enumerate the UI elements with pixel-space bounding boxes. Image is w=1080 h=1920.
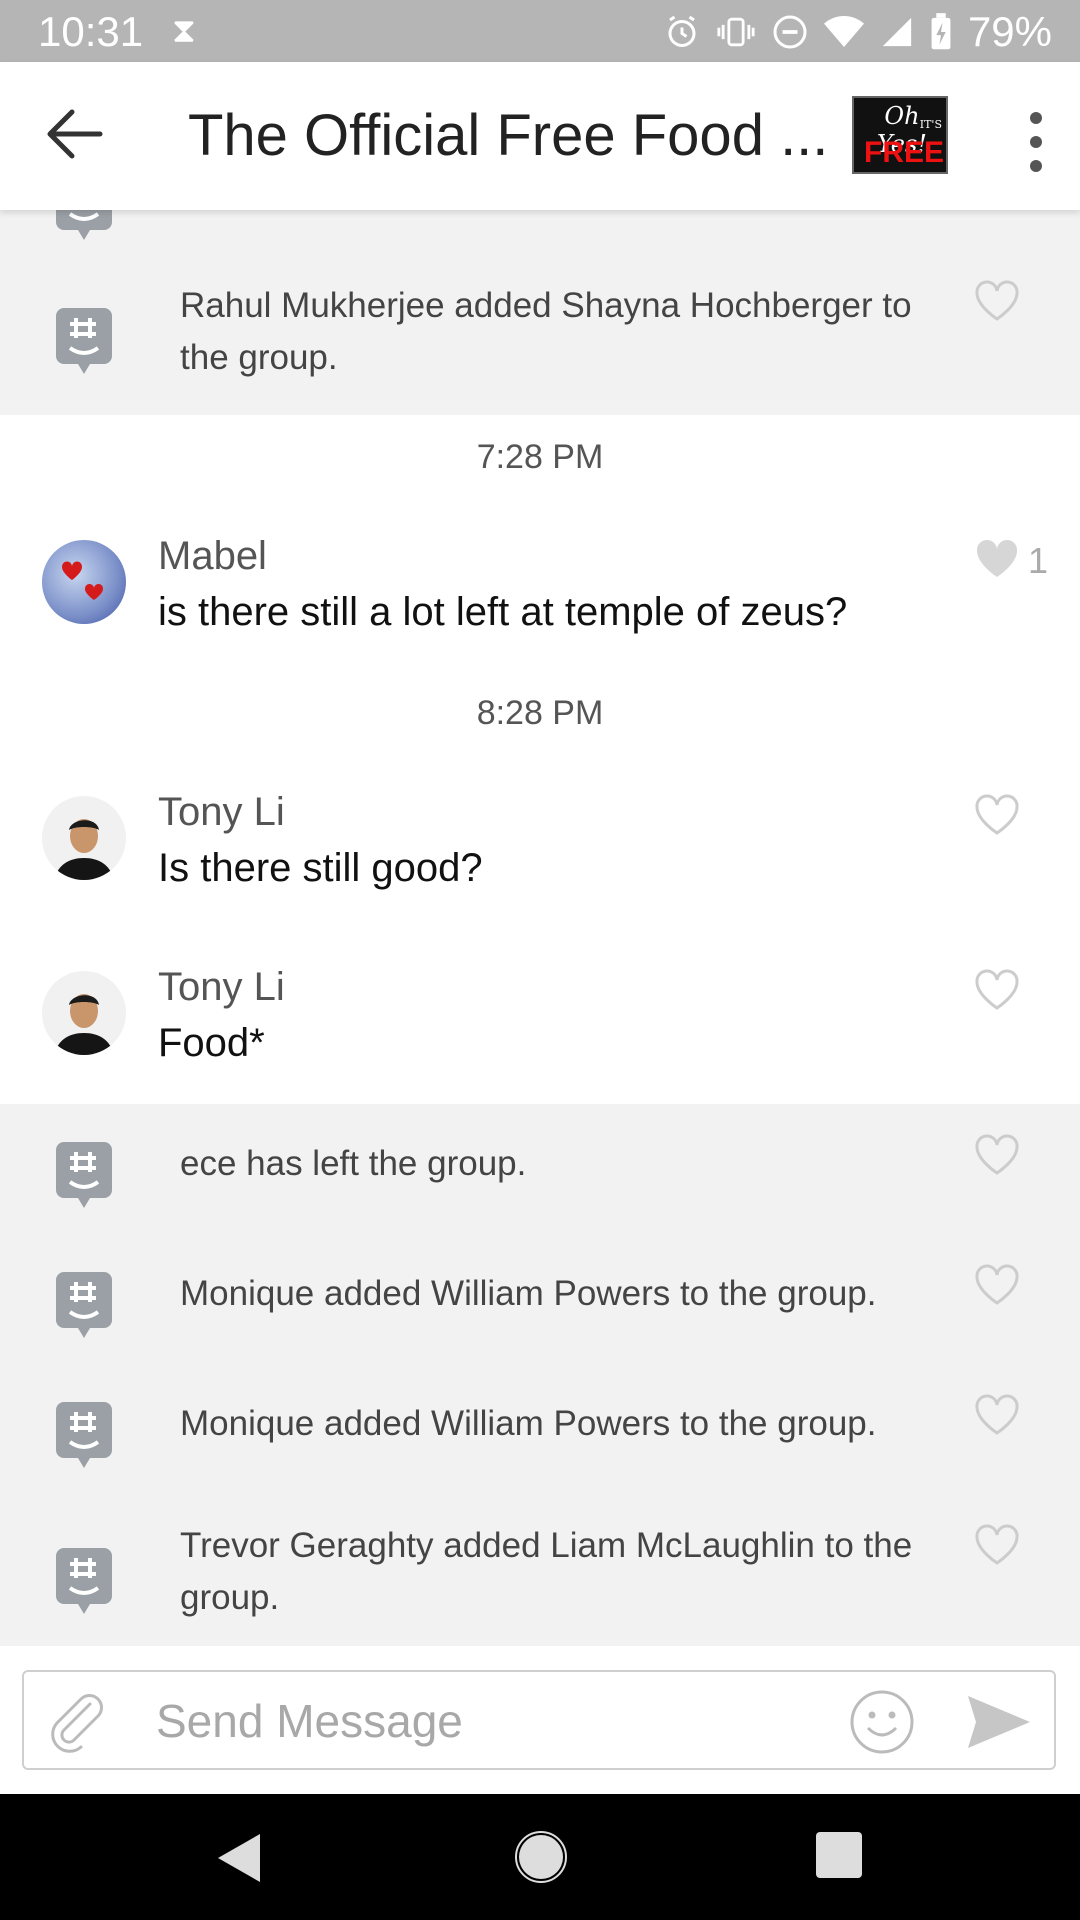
message-row: Mabel is there still a lot left at templ… <box>0 510 1080 634</box>
heart-outline-icon[interactable] <box>974 1394 1020 1436</box>
message-author[interactable]: Tony Li <box>158 790 285 835</box>
battery-percent: 79% <box>967 8 1052 55</box>
groupme-bot-icon <box>56 1548 112 1614</box>
status-bar: 10:31 ⧗ 79% <box>0 0 1080 62</box>
message-author[interactable]: Tony Li <box>158 965 285 1010</box>
group-title[interactable]: The Official Free Food ... <box>188 102 828 169</box>
dnd-icon <box>773 15 807 49</box>
group-avatar[interactable]: Oh Yes! IT'S FREE <box>852 96 948 174</box>
avatar[interactable] <box>42 540 126 624</box>
avatar[interactable] <box>42 796 126 880</box>
heart-outline-icon[interactable] <box>974 1264 1020 1306</box>
heart-outline-icon[interactable] <box>974 1134 1020 1176</box>
system-event: Monique added William Powers to the grou… <box>0 1390 1080 1490</box>
avatar-text-line2: IT'S <box>919 118 942 131</box>
system-event-text: ece has left the group. <box>180 1144 527 1183</box>
system-event: Monique added William Powers to the grou… <box>0 1260 1080 1360</box>
message-feed[interactable]: Rahul Mukherjee added Shayna Hochberger … <box>0 210 1080 1646</box>
system-event-block: ece has left the group. Monique added Wi… <box>0 1104 1080 1646</box>
groupme-bot-icon <box>56 1272 112 1338</box>
more-options-icon[interactable] <box>1016 102 1056 182</box>
message-text: Food* <box>158 1021 265 1065</box>
system-event-text: Monique added William Powers to the grou… <box>180 1404 877 1443</box>
hourglass-icon: ⧗ <box>172 12 196 50</box>
hearts-image <box>61 561 104 600</box>
system-event-text: Rahul Mukherjee added Shayna Hochberger … <box>180 286 912 377</box>
paperclip-icon[interactable] <box>48 1690 108 1754</box>
status-icons: 79% <box>664 8 1052 56</box>
heart-outline-icon[interactable] <box>974 1524 1020 1566</box>
like-count: 1 <box>1028 540 1049 581</box>
heart-outline-icon[interactable] <box>974 280 1020 322</box>
heart-outline-icon[interactable] <box>974 969 1020 1011</box>
person-photo <box>54 819 114 880</box>
heart-outline-icon[interactable] <box>974 794 1020 836</box>
avatar-text-line3: FREE <box>864 136 945 169</box>
send-icon[interactable] <box>964 1692 1034 1752</box>
message-input[interactable] <box>154 1686 838 1756</box>
message-composer <box>22 1670 1056 1770</box>
system-nav-bar <box>0 1794 1080 1920</box>
vibrate-icon <box>717 17 755 47</box>
alarm-icon <box>668 15 696 47</box>
system-event: Trevor Geraghty added Liam McLaughlin to… <box>0 1520 1080 1630</box>
wifi-icon <box>823 16 864 47</box>
time-separator: 7:28 PM <box>476 438 604 476</box>
message-text: Is there still good? <box>158 846 483 890</box>
groupme-bot-icon <box>56 1402 112 1468</box>
groupme-bot-icon <box>56 1142 112 1208</box>
groupme-bot-icon <box>56 308 112 374</box>
system-event-text: Monique added William Powers to the grou… <box>180 1274 877 1313</box>
status-time: 10:31 <box>38 8 144 55</box>
emoji-icon[interactable] <box>848 1688 916 1756</box>
back-arrow-icon[interactable] <box>36 92 120 176</box>
message-row: Tony Li Is there still good? <box>0 766 1080 896</box>
system-event: ece has left the group. <box>0 1130 1080 1230</box>
heart-filled-icon[interactable] <box>974 538 1020 580</box>
system-event: Rahul Mukherjee added Shayna Hochberger … <box>0 280 1080 390</box>
system-event-text: Trevor Geraghty added Liam McLaughlin to… <box>180 1526 913 1617</box>
message-row: Tony Li Food* <box>0 941 1080 1071</box>
system-event-block: Rahul Mukherjee added Shayna Hochberger … <box>0 210 1080 415</box>
nav-recents-icon[interactable] <box>816 1832 862 1878</box>
message-author[interactable]: Mabel <box>158 534 267 579</box>
app-bar: The Official Free Food ... Oh Yes! IT'S … <box>0 62 1080 210</box>
nav-back-icon[interactable] <box>214 1830 264 1886</box>
person-photo <box>54 994 114 1055</box>
time-separator: 8:28 PM <box>476 694 604 732</box>
signal-icon <box>882 17 912 47</box>
message-text: is there still a lot left at temple of z… <box>158 590 848 634</box>
nav-home-icon[interactable] <box>514 1830 568 1884</box>
avatar[interactable] <box>42 971 126 1055</box>
groupme-bot-icon <box>56 210 112 240</box>
battery-charging-icon <box>931 13 951 50</box>
